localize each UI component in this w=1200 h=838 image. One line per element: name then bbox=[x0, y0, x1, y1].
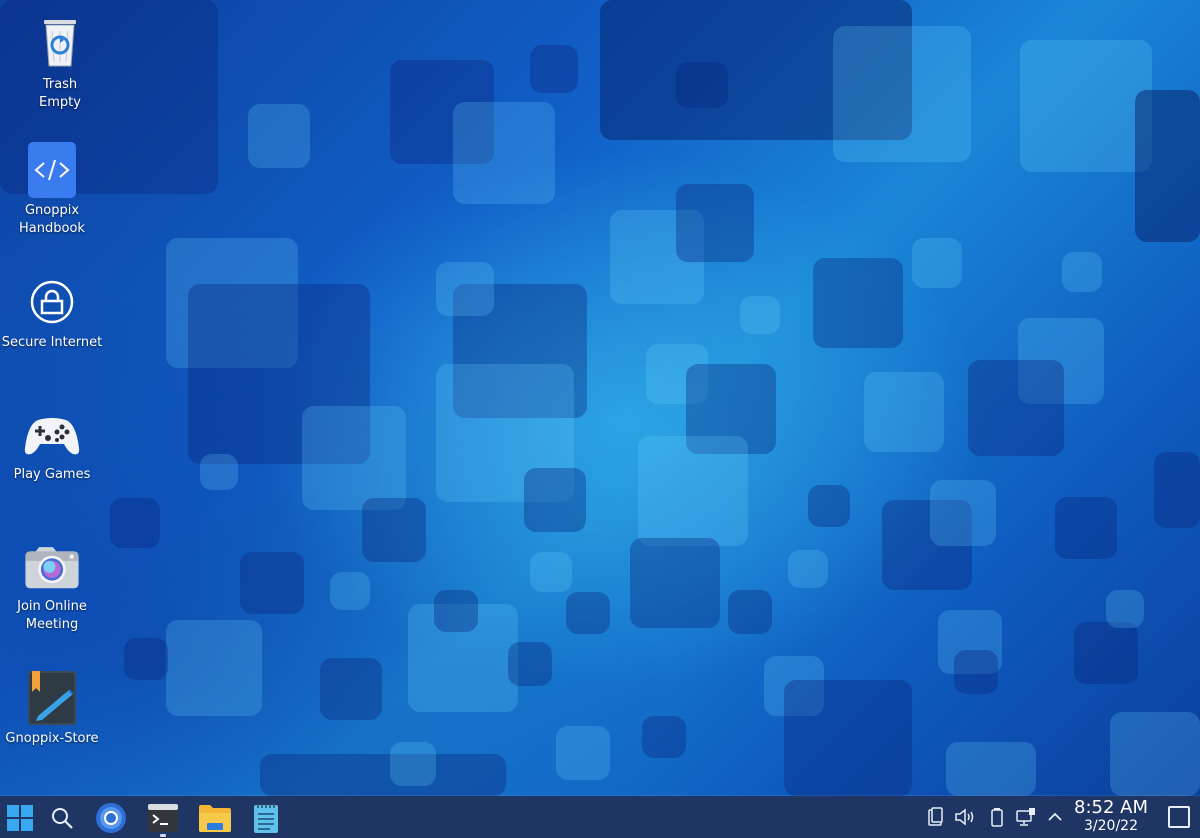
battery-icon[interactable] bbox=[986, 806, 1008, 828]
network-icon[interactable] bbox=[1015, 806, 1037, 828]
desktop-icon-trash[interactable]: Trash Empty bbox=[8, 14, 112, 112]
desktop-icon-join-online-meeting[interactable]: Join Online Meeting bbox=[0, 536, 104, 634]
taskbar: 8:52 AM 3/20/22 bbox=[0, 796, 1200, 838]
desktop-icon-label: Play Games bbox=[13, 467, 91, 482]
desktop-icon-label: Secure Internet bbox=[1, 335, 103, 350]
desktop-icon-label: Join Online Meeting bbox=[17, 599, 87, 632]
desktop-icon-secure-internet[interactable]: Secure Internet bbox=[0, 272, 104, 352]
desktop-icon-label: Trash Empty bbox=[39, 77, 81, 110]
active-indicator bbox=[160, 834, 166, 837]
chevron-up-icon[interactable] bbox=[1044, 806, 1066, 828]
notes-icon[interactable] bbox=[248, 800, 284, 836]
clock-date[interactable]: 3/20/22 bbox=[1066, 817, 1156, 835]
terminal-icon[interactable] bbox=[145, 800, 181, 836]
lock-icon bbox=[22, 272, 82, 332]
chromium-icon[interactable] bbox=[93, 800, 129, 836]
desktop-wallpaper: Trash Empty Gnoppix Handbook Secure Inte… bbox=[0, 0, 1200, 796]
search-icon[interactable] bbox=[44, 800, 80, 836]
desktop-icon-label: Gnoppix Handbook bbox=[19, 203, 85, 236]
clock-time[interactable]: 8:52 AM bbox=[1066, 797, 1156, 819]
show-desktop-button[interactable] bbox=[1168, 806, 1190, 828]
clipboard-icon[interactable] bbox=[925, 806, 947, 828]
volume-icon[interactable] bbox=[954, 806, 976, 828]
notebook-pen-icon bbox=[22, 668, 82, 728]
desktop-icon-label: Gnoppix-Store bbox=[5, 731, 99, 746]
trash-icon bbox=[30, 14, 90, 74]
desktop-icon-gnoppix-store[interactable]: Gnoppix-Store bbox=[0, 668, 104, 748]
desktop-icon-gnoppix-handbook[interactable]: Gnoppix Handbook bbox=[0, 140, 104, 238]
file-manager-icon[interactable] bbox=[197, 800, 233, 836]
camera-icon bbox=[22, 536, 82, 596]
desktop-icon-play-games[interactable]: Play Games bbox=[0, 404, 104, 484]
code-icon bbox=[22, 140, 82, 200]
gamepad-icon bbox=[22, 404, 82, 464]
windows-start-icon[interactable] bbox=[2, 800, 38, 836]
